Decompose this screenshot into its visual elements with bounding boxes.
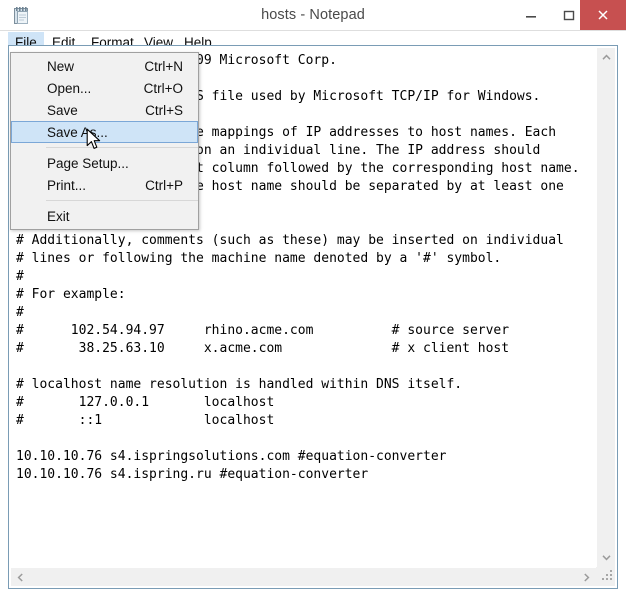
file-menu-item-new[interactable]: New Ctrl+N: [11, 55, 198, 77]
text-line: 10.10.10.76 s4.ispring.ru #equation-conv…: [16, 467, 369, 482]
chevron-right-icon: [584, 573, 590, 582]
menu-item-shortcut: Ctrl+P: [145, 178, 183, 193]
maximize-icon: [563, 10, 575, 21]
menu-item-label: Page Setup...: [47, 156, 129, 171]
scroll-right-button[interactable]: [578, 568, 595, 587]
text-line: # For example:: [16, 287, 126, 302]
minimize-button[interactable]: [512, 0, 550, 30]
text-line: # 127.0.0.1 localhost: [16, 395, 275, 410]
text-line: # ::1 localhost: [16, 413, 275, 428]
text-line: # localhost name resolution is handled w…: [16, 377, 463, 392]
vertical-scrollbar[interactable]: [596, 48, 615, 567]
menu-item-label: Save: [47, 103, 78, 118]
menu-separator: [46, 147, 198, 148]
menu-item-label: Open...: [47, 81, 92, 96]
title-bar: hosts - Notepad: [0, 0, 626, 31]
scroll-up-button[interactable]: [597, 49, 616, 66]
text-line: [16, 430, 596, 448]
text-line: #: [16, 269, 24, 284]
file-menu-item-exit[interactable]: Exit: [11, 205, 198, 227]
horizontal-scrollbar[interactable]: [11, 567, 596, 586]
menu-item-label: New: [47, 59, 75, 74]
text-line: # Additionally, comments (such as these)…: [16, 233, 564, 248]
menu-item-shortcut: Ctrl+N: [144, 59, 183, 74]
text-line: # 38.25.63.10 x.acme.com # x client host: [16, 341, 510, 356]
text-line: # lines or following the machine name de…: [16, 251, 502, 266]
menu-item-shortcut: Ctrl+S: [145, 103, 183, 118]
file-menu-item-page-setup[interactable]: Page Setup...: [11, 152, 198, 174]
close-button[interactable]: [580, 0, 626, 30]
resize-grip[interactable]: [596, 567, 615, 586]
text-line: #: [16, 305, 24, 320]
scroll-down-button[interactable]: [597, 549, 616, 566]
file-menu-item-open[interactable]: Open... Ctrl+O: [11, 77, 198, 99]
menu-item-shortcut: Ctrl+O: [143, 81, 183, 96]
notepad-window: hosts - Notepad File Edit Format View He…: [0, 0, 626, 597]
file-menu-item-print[interactable]: Print... Ctrl+P: [11, 174, 198, 196]
scroll-left-button[interactable]: [12, 568, 29, 587]
menu-separator: [46, 200, 198, 201]
close-icon: [598, 10, 608, 20]
minimize-icon: [526, 16, 536, 18]
menu-item-label: Exit: [47, 209, 70, 224]
file-dropdown-menu: New Ctrl+N Open... Ctrl+O Save Ctrl+S Save As.…: [10, 52, 199, 230]
file-menu-item-save[interactable]: Save Ctrl+S: [11, 99, 198, 121]
menu-item-label: Save As...: [47, 125, 108, 140]
menu-item-label: Print...: [47, 178, 87, 193]
chevron-up-icon: [602, 54, 611, 60]
text-line: # 102.54.94.97 rhino.acme.com # source s…: [16, 323, 510, 338]
chevron-down-icon: [602, 555, 611, 561]
file-menu-item-save-as[interactable]: Save As...: [11, 121, 198, 143]
chevron-left-icon: [17, 573, 23, 582]
text-line: 10.10.10.76 s4.ispringsolutions.com #equ…: [16, 449, 447, 464]
text-line: [16, 358, 596, 376]
